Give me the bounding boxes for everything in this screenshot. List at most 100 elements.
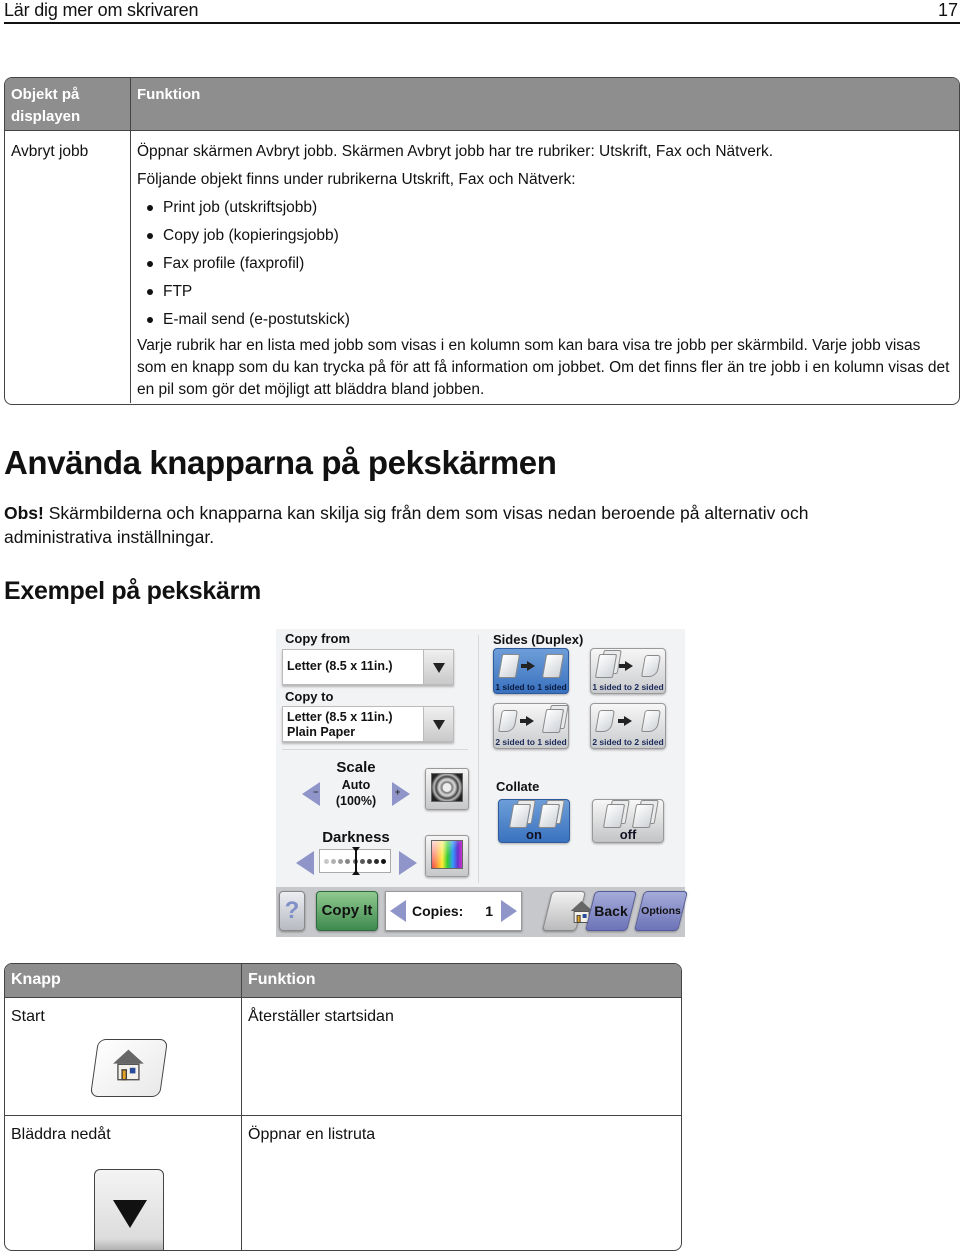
list-item: Fax profile (faxprofil) — [145, 250, 953, 278]
copies-decrease-button[interactable] — [390, 900, 406, 922]
sides-label: Sides (Duplex) — [493, 632, 584, 647]
darkness-level-dot[interactable] — [359, 859, 365, 864]
copy-to-value-2: Plain Paper — [287, 725, 356, 739]
page-number: 17 — [937, 0, 958, 20]
subsection-heading: Exempel på pekskärm — [4, 577, 261, 605]
table-row: Bläddra nedåt Öppnar en listruta — [5, 1116, 681, 1250]
copies-increase-button[interactable] — [501, 900, 517, 922]
copy-it-button[interactable]: Copy It — [316, 891, 378, 931]
duplex-option-label: 1 sided to 1 sided — [495, 682, 567, 692]
start-button-illustration — [89, 1039, 169, 1097]
display-items-table: Objekt på displayen Funktion Avbryt jobb… — [4, 77, 960, 405]
darkness-label: Darkness — [322, 829, 390, 846]
table-row: Avbryt jobb Öppnar skärmen Avbryt jobb. … — [5, 131, 959, 403]
list-item: Print job (utskriftsjobb) — [145, 194, 953, 222]
button-function: Återställer startsidan — [248, 1008, 394, 1025]
section-heading: Använda knapparna på pekskärmen — [4, 444, 557, 481]
copy-from-value: Letter (8.5 x 11in.) — [287, 659, 393, 673]
collate-on-button[interactable]: on — [498, 799, 570, 843]
intro-text: Öppnar skärmen Avbryt jobb. Skärmen Avbr… — [137, 143, 774, 160]
home-button[interactable] — [542, 891, 593, 931]
darkness-level-dot[interactable] — [324, 859, 329, 864]
item-description: Öppnar skärmen Avbryt jobb. Skärmen Avbr… — [131, 131, 959, 403]
arrow-right-icon — [618, 716, 632, 726]
duplex-2-to-2-button[interactable]: 2 sided to 2 sided — [590, 703, 666, 749]
copy-to-label: Copy to — [285, 689, 334, 704]
duplex-option-label: 2 sided to 2 sided — [592, 737, 664, 747]
pages-icon — [541, 709, 565, 733]
duplex-page-icon — [595, 710, 615, 732]
copy-to-value-1: Letter (8.5 x 11in.) — [287, 710, 393, 724]
button-function: Öppnar en listruta — [248, 1126, 376, 1143]
duplex-option-label: 2 sided to 1 sided — [495, 737, 567, 747]
options-button[interactable]: Options — [634, 891, 688, 931]
running-header: Lär dig mer om skrivaren 17 — [4, 0, 960, 24]
collate-option-label: on — [526, 827, 542, 842]
scale-label: Scale — [336, 759, 376, 776]
copy-to-dropdown[interactable]: Letter (8.5 x 11in.) Plain Paper — [282, 706, 454, 742]
column-header-function: Funktion — [248, 971, 316, 988]
arrow-right-icon — [520, 716, 534, 726]
darkness-level-dot[interactable] — [331, 859, 337, 864]
image-settings-button[interactable] — [425, 768, 469, 810]
duplex-2-to-1-button[interactable]: 2 sided to 1 sided — [493, 703, 569, 749]
list-intro-text: Följande objekt finns under rubrikerna U… — [137, 171, 576, 188]
flower-image-icon — [431, 773, 463, 802]
duplex-option-label: 1 sided to 2 sided — [592, 682, 664, 692]
color-spectrum-icon — [431, 840, 463, 869]
button-cell: Bläddra nedåt — [5, 1116, 242, 1250]
minus-icon: − — [313, 787, 319, 797]
button-name: Start — [11, 1008, 45, 1025]
darkness-marker[interactable] — [352, 847, 360, 875]
dropdown-arrow-icon[interactable] — [423, 707, 453, 741]
help-button[interactable]: ? — [279, 891, 305, 931]
pages-icon — [594, 654, 618, 678]
duplex-1-to-2-button[interactable]: 1 sided to 2 sided — [590, 648, 666, 694]
item-name: Avbryt jobb — [5, 131, 131, 403]
collate-option-label: off — [619, 827, 637, 842]
list-item: Copy job (kopieringsjobb) — [145, 222, 953, 250]
plus-icon: + — [395, 787, 401, 797]
list-item: FTP — [145, 278, 953, 306]
note-text: Skärmbilderna och knapparna kan skilja s… — [4, 503, 809, 547]
darkness-slider[interactable] — [319, 847, 391, 875]
pages-icon — [508, 804, 531, 828]
options-label: Options — [641, 905, 681, 917]
arrow-right-icon — [521, 661, 535, 671]
dropdown-arrow-icon[interactable] — [423, 650, 453, 684]
darkness-decrease-button[interactable] — [296, 851, 314, 875]
back-button[interactable]: Back — [585, 891, 637, 931]
page-icon — [541, 654, 565, 678]
copies-value: 1 — [485, 903, 493, 919]
duplex-page-icon — [641, 710, 661, 732]
list-item: E-mail send (e-postutskick) — [145, 306, 953, 334]
back-label: Back — [594, 903, 628, 919]
darkness-level-dot[interactable] — [381, 859, 386, 864]
darkness-level-dot[interactable] — [373, 859, 379, 864]
buttons-table: Knapp Funktion Start Återställer startsi… — [4, 963, 682, 1251]
table-header-row: Objekt på displayen Funktion — [5, 78, 959, 131]
arrow-right-icon — [619, 661, 633, 671]
button-cell: Start — [5, 998, 242, 1115]
duplex-1-to-1-button[interactable]: 1 sided to 1 sided — [493, 648, 569, 694]
color-settings-button[interactable] — [425, 835, 469, 877]
page-icon — [497, 654, 521, 678]
note-label: Obs! — [4, 503, 44, 523]
copies-stepper[interactable]: Copies: 1 — [385, 891, 522, 931]
darkness-level-dot[interactable] — [338, 859, 344, 864]
scroll-down-icon — [94, 1169, 164, 1250]
pages-icon — [537, 804, 560, 828]
chapter-title: Lär dig mer om skrivaren — [4, 0, 199, 20]
darkness-level-dot[interactable] — [366, 859, 372, 864]
duplex-page-icon — [641, 655, 661, 677]
darkness-increase-button[interactable] — [399, 851, 417, 875]
duplex-page-icon — [498, 710, 518, 732]
column-header-button: Knapp — [5, 964, 242, 997]
collate-off-button[interactable]: off — [592, 799, 664, 843]
copy-from-dropdown[interactable]: Letter (8.5 x 11in.) — [282, 649, 454, 685]
divider — [478, 635, 479, 883]
darkness-level-dot[interactable] — [345, 859, 351, 864]
scale-value-1: Auto — [341, 778, 371, 792]
touchscreen-bottom-bar: ? Copy It Copies: 1 Back Options — [276, 887, 688, 937]
home-icon — [113, 1049, 144, 1081]
